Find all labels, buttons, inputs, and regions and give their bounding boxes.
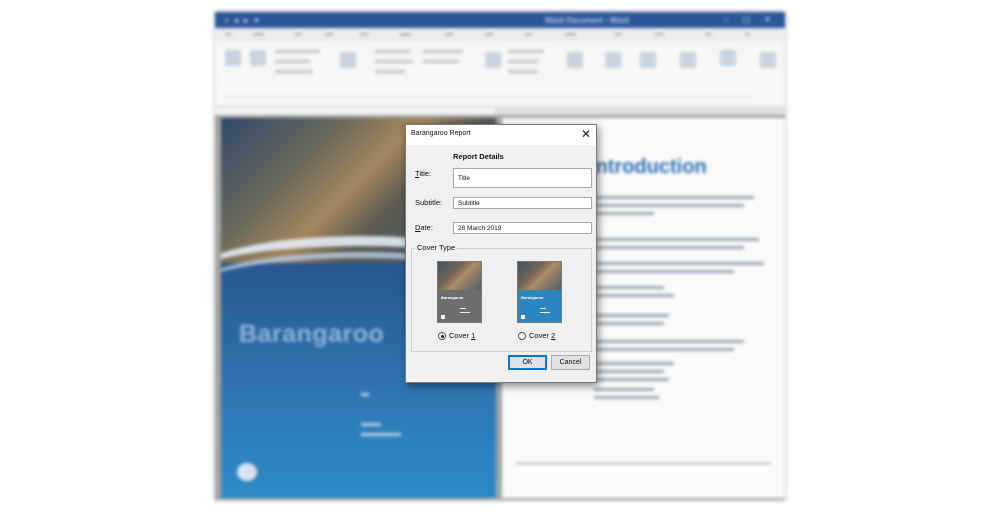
ribbon: [215, 42, 785, 107]
close-icon[interactable]: ✕: [581, 127, 591, 141]
text-line: [594, 270, 734, 273]
text-line: [594, 378, 669, 381]
cover-2-label-accelerator: 2: [551, 331, 556, 340]
text-line: [594, 348, 734, 351]
title-label: Title:: [415, 169, 431, 178]
cover-2-label: Cover: [529, 331, 552, 340]
date-label: Date:: [415, 223, 433, 232]
text-line: [594, 322, 664, 325]
thumbnail-body: Barangaroo: [438, 290, 481, 322]
text-line: [594, 262, 764, 265]
thumbnail-crest-icon: [521, 315, 525, 319]
text-line: [594, 238, 759, 241]
cover-2-thumbnail[interactable]: Barangaroo: [517, 261, 562, 323]
title-label-text: itle:: [419, 169, 431, 178]
text-line: [594, 314, 669, 317]
text-line: [594, 286, 664, 289]
cover-text-line: [361, 393, 369, 396]
horizontal-ruler: [495, 106, 785, 115]
text-line: [594, 362, 674, 365]
thumbnail-body: Barangaroo: [518, 290, 561, 322]
cover-type-legend: Cover Type: [415, 243, 458, 252]
word-document-title: Word Document - Word: [545, 16, 629, 25]
thumbnail-photo: [438, 262, 481, 290]
date-label-text: ate:: [420, 223, 433, 232]
cover-1-thumbnail[interactable]: Barangaroo: [437, 261, 482, 323]
text-line: [594, 388, 654, 391]
crest-icon: [237, 463, 257, 481]
cover-1-radio-circle[interactable]: [438, 332, 446, 341]
subtitle-label: Subtitle:: [415, 198, 443, 207]
footer-rule: [516, 463, 771, 464]
cover-1-label: Cover: [449, 331, 472, 340]
report-details-heading: Report Details: [453, 152, 504, 161]
word-titlebar: ▪ ◂ ▸ ▾ Word Document - Word – ▢ ✕: [215, 12, 785, 28]
cover-text-line: [361, 433, 401, 436]
text-line: [594, 204, 744, 207]
cover-2-radio[interactable]: Cover 2: [518, 331, 556, 341]
thumbnail-photo: [518, 262, 561, 290]
text-line: [594, 396, 659, 399]
cover-title: Barangaroo: [239, 320, 385, 348]
text-line: [594, 340, 744, 343]
ok-button[interactable]: OK: [508, 355, 547, 370]
text-line: [594, 196, 754, 199]
ribbon-tabs: ▪▪▪ ▪▪▪▪▪ ▪▪▪ ▪▪▪▪ ▪▪▪▪ ▪▪▪▪▪ ▪▪▪▪ ▪▪▪▪ ▪▪▪ ▪▪…: [215, 28, 785, 42]
date-field[interactable]: [453, 222, 592, 234]
thumbnail-crest-icon: [441, 315, 445, 319]
subtitle-field[interactable]: [453, 197, 592, 209]
cover-2-radio-circle[interactable]: [518, 332, 526, 341]
thumbnail-line: [540, 312, 550, 313]
window-controls: – ▢ ✕: [723, 15, 777, 24]
thumbnail-line: [540, 308, 546, 309]
thumbnail-line: [460, 308, 466, 309]
thumbnail-title: Barangaroo: [521, 295, 544, 300]
dialog-titlebar: Barangaroo Report ✕: [406, 125, 596, 145]
text-line: [594, 294, 674, 297]
dialog-title: Barangaroo Report: [411, 130, 471, 137]
document-heading: Introduction: [590, 156, 707, 178]
cover-text-line: [361, 423, 381, 426]
text-line: [594, 212, 654, 215]
cancel-button[interactable]: Cancel: [551, 355, 590, 370]
title-field[interactable]: [453, 168, 592, 188]
thumbnail-line: [460, 312, 470, 313]
thumbnail-title: Barangaroo: [441, 295, 464, 300]
report-details-dialog: Barangaroo Report ✕ Report Details Title…: [405, 124, 597, 383]
text-line: [594, 370, 664, 373]
cover-1-label-accelerator: 1: [471, 331, 476, 340]
quick-access-toolbar: ▪ ◂ ▸ ▾: [225, 16, 261, 25]
text-line: [594, 246, 744, 249]
cover-1-radio[interactable]: Cover 1: [438, 331, 476, 341]
